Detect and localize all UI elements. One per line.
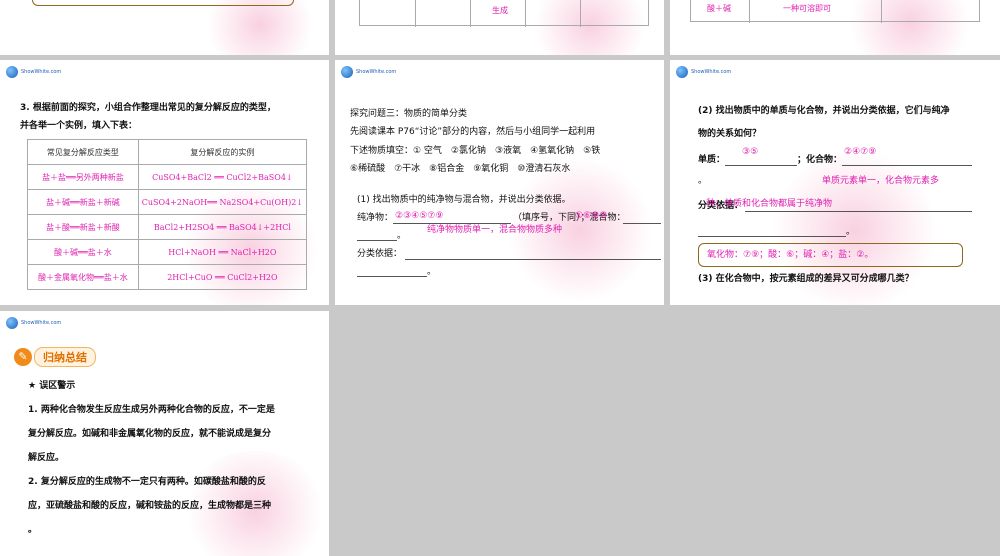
reaction-table: 常见复分解反应类型 复分解反应的实例 盐＋盐══另外两种新盐 CuSO4+BaC… (27, 139, 308, 290)
section-title: 探究问题三：物质的简单分类 (350, 109, 468, 119)
logo-text: ShowWhite.com (691, 69, 732, 75)
site-logo: ShowWhite.com (6, 66, 61, 78)
logo-text: ShowWhite.com (356, 69, 397, 75)
pure-answer: ②③④⑤⑦⑨ (395, 211, 444, 221)
table-row: 酸＋碱══盐＋水 HCl+NaOH ══ NaCl+H2O (27, 239, 308, 265)
question-line: (3) 在化合物中，按元素组成的差异又可分成哪几类？ (698, 274, 914, 284)
table-header-row: 常见复分解反应类型 复分解反应的实例 (27, 139, 308, 165)
summary-line: 。 (28, 525, 38, 535)
blank-line (725, 165, 797, 166)
blank-line (698, 236, 846, 237)
compound-label: ；化合物： (797, 155, 843, 165)
slide-reaction-table: ShowWhite.com 3. 根据前面的探究，小组合作整理出常见的复分解反应… (0, 60, 329, 305)
table-row: 盐＋盐══另外两种新盐 CuSO4+BaCl2 ══ CuCl2+BaSO4↓ (27, 164, 308, 190)
summary-line: 解反应。 (28, 453, 65, 463)
mix-answer: ①⑥⑧⑩ (575, 211, 608, 221)
summary-line: 复分解反应。如碱和非金属氧化物的反应，就不能说成是复分 (28, 429, 272, 439)
paragraph-line: 先阅读课本 P76“讨论”部分的内容，然后与小组同学一起利用 (350, 127, 596, 137)
table-row: 酸＋金属氧化物══盐＋水 2HCl+CuO ══ CuCl2+H2O (27, 264, 308, 290)
site-logo: ShowWhite.com (341, 66, 396, 78)
example-cell: CuSO4+2NaOH══ Na2SO4+Cu(OH)2↓ (137, 189, 308, 215)
period: 。 (846, 227, 856, 237)
warning-title: ★ 误区警示 (28, 381, 76, 391)
summary-badge: ✎ 归纳总结 (14, 347, 96, 367)
paragraph-line: ⑥稀硫酸 ⑦干冰 ⑧铝合金 ⑨氧化铜 ⑩澄清石灰水 (350, 164, 571, 174)
badge-label: 归纳总结 (34, 347, 96, 367)
slide-elements: ShowWhite.com (2) 找出物质中的单质与化合物，并说出分类依据，它… (670, 60, 1000, 305)
box-answer: 氧化物：⑦⑨；酸：⑥；碱：④；盐：②。 (707, 250, 874, 260)
logo-icon (341, 66, 353, 78)
blank-line (623, 223, 661, 224)
slide-summary: ShowWhite.com ✎ 归纳总结 ★ 误区警示 1. 两种化合物发生反应… (0, 311, 329, 556)
element-label: 单质： (698, 155, 726, 165)
period: 。 (397, 231, 407, 241)
slide-classification: ShowWhite.com 探究问题三：物质的简单分类 先阅读课本 P76“讨论… (335, 60, 664, 305)
question-line: 3. 根据前面的探究，小组合作整理出常见的复分解反应的类型， (20, 103, 276, 113)
type-cell: 酸＋碱══盐＋水 (27, 239, 139, 265)
blank-line (405, 259, 661, 260)
site-logo: ShowWhite.com (6, 317, 61, 329)
logo-icon (676, 66, 688, 78)
logo-icon (6, 317, 18, 329)
header-cell: 常见复分解反应类型 (27, 139, 139, 165)
paragraph-line: 下述物质填空：① 空气 ②氯化钠 ③液氧 ④氢氧化钠 ⑤铁 (350, 146, 601, 156)
summary-line: 2. 复分解反应的生成物不一定只有两种。如碳酸盐和酸的反 (28, 477, 266, 487)
slide-top-left (0, 0, 329, 55)
pure-label: 纯净物： (357, 213, 394, 223)
blank-line (357, 240, 397, 241)
blank-line (357, 276, 427, 277)
type-cell: 酸＋金属氧化物══盐＋水 (27, 264, 139, 290)
table-partial: 生成 (359, 0, 649, 27)
question-line: 并各举一个实例，填入下表： (20, 121, 138, 131)
answer-box: 氧化物：⑦⑨；酸：⑥；碱：④；盐：②。 (698, 243, 963, 267)
slide-top-mid: 生成 (335, 0, 664, 55)
header-cell: 复分解反应的实例 (137, 139, 308, 165)
table-cell: 生成 (492, 6, 508, 15)
flower-decoration (200, 0, 320, 55)
question-line: (1) 找出物质中的纯净物与混合物，并说出分类依据。 (357, 195, 571, 205)
summary-line: 1. 两种化合物发生反应生成另外两种化合物的反应，不一定是 (28, 405, 275, 415)
logo-text: ShowWhite.com (21, 69, 62, 75)
example-cell: 2HCl+CuO ══ CuCl2+H2O (137, 264, 308, 290)
pencil-icon: ✎ (14, 348, 32, 366)
example-cell: CuSO4+BaCl2 ══ CuCl2+BaSO4↓ (137, 164, 308, 190)
basis-answer: 种；单质和化合物都属于纯净物 (706, 199, 833, 209)
blank-line (842, 165, 972, 166)
table-partial: 酸＋碱 一种可溶即可 (690, 0, 980, 23)
logo-text: ShowWhite.com (21, 320, 62, 326)
question-line: 物的关系如何？ (698, 129, 762, 139)
summary-line: 应，亚硫酸盐和酸的反应，碱和铵盐的反应，生成物都是三种 (28, 501, 272, 511)
instruction-text: （填序号，下同）；混合物： (513, 213, 626, 223)
table-cell: 一种可溶即可 (783, 4, 831, 13)
compound-answer: ②④⑦⑨ (844, 147, 877, 157)
basis-answer: 纯净物物质单一，混合物物质多种 (427, 225, 563, 235)
answer-box-partial (32, 0, 294, 6)
table-cell: 酸＋碱 (707, 4, 731, 13)
period: 。 (427, 267, 437, 277)
type-cell: 盐＋盐══另外两种新盐 (27, 164, 139, 190)
site-logo: ShowWhite.com (676, 66, 731, 78)
type-cell: 盐＋酸══新盐＋新酸 (27, 214, 139, 240)
slide-top-right: 酸＋碱 一种可溶即可 (670, 0, 1000, 55)
type-cell: 盐＋碱══新盐＋新碱 (27, 189, 139, 215)
blank-line (745, 211, 972, 212)
basis-answer: 单质元素单一，化合物元素多 (822, 176, 940, 186)
element-answer: ③⑤ (742, 147, 759, 157)
period: 。 (698, 176, 708, 186)
basis-label: 分类依据： (357, 249, 403, 259)
example-cell: HCl+NaOH ══ NaCl+H2O (137, 239, 308, 265)
logo-icon (6, 66, 18, 78)
table-row: 盐＋酸══新盐＋新酸 BaCl2+H2SO4 ══ BaSO4↓+2HCl (27, 214, 308, 240)
table-row: 盐＋碱══新盐＋新碱 CuSO4+2NaOH══ Na2SO4+Cu(OH)2↓ (27, 189, 308, 215)
example-cell: BaCl2+H2SO4 ══ BaSO4↓+2HCl (137, 214, 308, 240)
question-line: (2) 找出物质中的单质与化合物，并说出分类依据，它们与纯净 (698, 106, 950, 116)
